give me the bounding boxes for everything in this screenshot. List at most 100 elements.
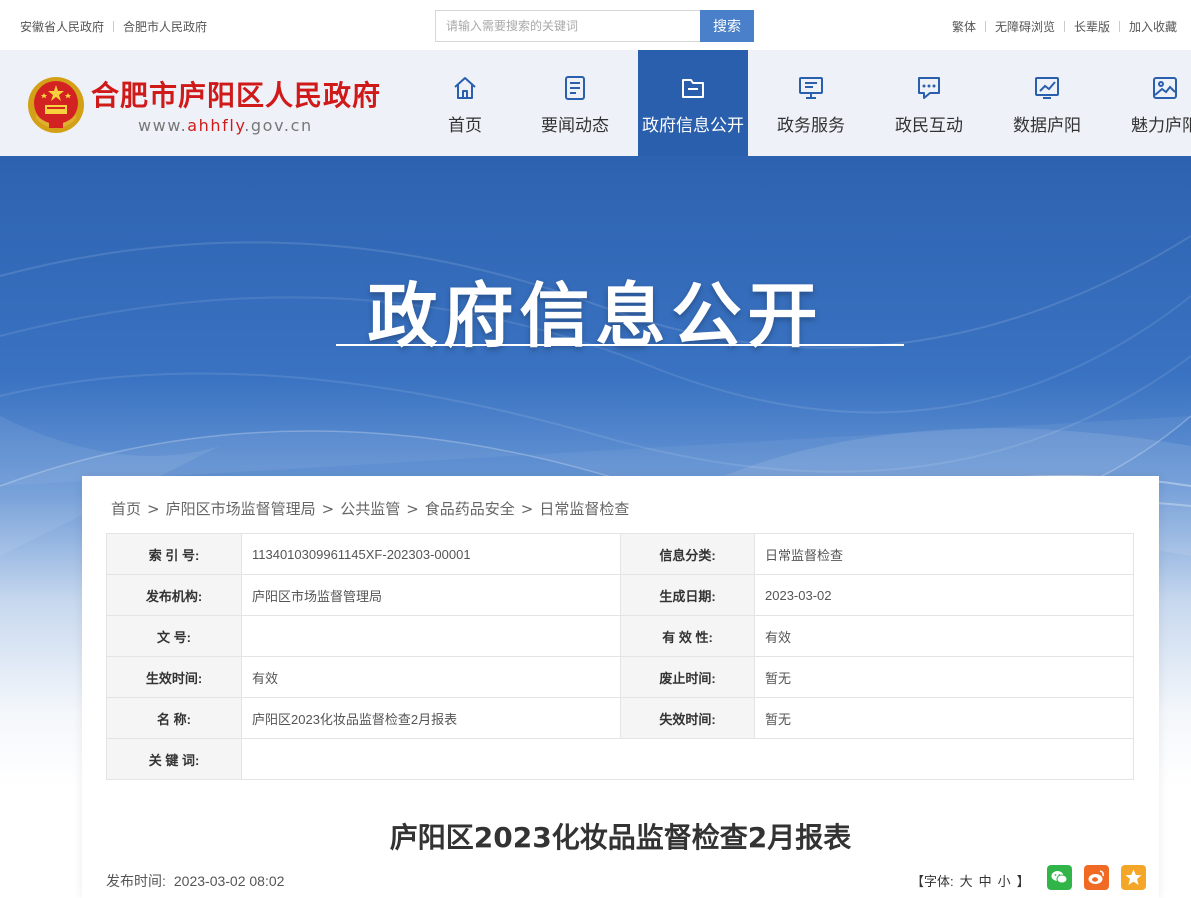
font-size-large-button[interactable]: 大 — [960, 874, 973, 889]
table-row: 索 引 号: 1134010309961145XF-202303-00001 信… — [106, 533, 1134, 575]
article-title: 庐阳区2023化妆品监督检查2月报表 — [389, 821, 852, 854]
expiry-time-value: 暂无 — [754, 697, 1134, 739]
monitor-icon — [799, 77, 823, 99]
table-row: 发布机构: 庐阳区市场监督管理局 生成日期: 2023-03-02 — [106, 574, 1134, 616]
nav-data-label: 数据庐阳 — [1013, 116, 1081, 136]
site-url: www.ahhfly.gov.cn — [138, 116, 313, 135]
share-wechat-button[interactable] — [1047, 865, 1072, 890]
document-number-label: 文 号: — [106, 615, 242, 657]
breadcrumb: 首页 > 庐阳区市场监督管理局 > 公共监管 > 食品药品安全 > 日常监督检查 — [111, 498, 629, 519]
national-emblem-icon[interactable] — [27, 76, 85, 134]
breadcrumb-public-supervision[interactable]: 公共监管 — [340, 500, 400, 518]
site-url-suffix: .gov.cn — [244, 116, 313, 135]
nav-news-label: 要闻动态 — [541, 116, 609, 136]
nav-gov-info-label: 政府信息公开 — [642, 116, 744, 136]
link-accessibility[interactable]: 无障碍浏览 — [995, 20, 1055, 34]
search-input[interactable] — [435, 10, 701, 42]
nav-home[interactable]: 首页 — [410, 50, 520, 156]
keywords-label: 关 键 词: — [106, 738, 242, 780]
link-add-favorite[interactable]: 加入收藏 — [1129, 20, 1177, 34]
breadcrumb-food-drug-safety[interactable]: 食品药品安全 — [425, 500, 515, 518]
table-row: 文 号: 有 效 性: 有效 — [106, 615, 1134, 657]
nav-home-label: 首页 — [448, 116, 482, 136]
index-number-label: 索 引 号: — [106, 533, 242, 575]
link-hefei-gov[interactable]: 合肥市人民政府 — [123, 20, 207, 34]
expiry-time-label: 失效时间: — [620, 697, 755, 739]
font-size-small-button[interactable]: 小 — [998, 874, 1011, 889]
divider — [984, 21, 986, 32]
document-icon — [565, 76, 585, 100]
banner-underline — [336, 344, 904, 346]
nav-news[interactable]: 要闻动态 — [520, 50, 630, 156]
search-box: 搜索 — [435, 10, 755, 42]
divider — [1063, 21, 1065, 32]
font-size-label: 【字体: — [911, 874, 954, 889]
top-right-links: 繁体 无障碍浏览 长辈版 加入收藏 — [952, 18, 1177, 35]
publish-time-label: 发布时间: — [106, 873, 166, 889]
repeal-time-label: 废止时间: — [620, 656, 755, 698]
picture-icon — [1153, 77, 1177, 99]
site-header: 合肥市庐阳区人民政府 www.ahhfly.gov.cn 首页 要闻动态 政府信… — [0, 50, 1191, 156]
keywords-value — [241, 738, 1134, 780]
table-row: 名 称: 庐阳区2023化妆品监督检查2月报表 失效时间: 暂无 — [106, 697, 1134, 739]
share-favorite-button[interactable] — [1121, 865, 1146, 890]
wechat-icon — [1051, 871, 1068, 884]
home-icon — [454, 77, 476, 99]
chat-icon — [918, 77, 940, 99]
created-date-value: 2023-03-02 — [754, 574, 1134, 616]
effective-time-value: 有效 — [241, 656, 621, 698]
info-category-label: 信息分类: — [620, 533, 755, 575]
nav-gov-info[interactable]: 政府信息公开 — [638, 50, 748, 156]
search-button[interactable]: 搜索 — [700, 10, 754, 42]
nav-charm-label: 魅力庐阳 — [1131, 116, 1191, 136]
nav-services[interactable]: 政务服务 — [756, 50, 866, 156]
breadcrumb-separator: > — [520, 500, 534, 518]
name-label: 名 称: — [106, 697, 242, 739]
font-size-label-close: 】 — [1016, 874, 1030, 889]
link-elder-version[interactable]: 长辈版 — [1074, 20, 1110, 34]
document-number-value — [241, 615, 621, 657]
breadcrumb-bureau[interactable]: 庐阳区市场监督管理局 — [166, 500, 316, 518]
table-row: 生效时间: 有效 废止时间: 暂无 — [106, 656, 1134, 698]
nav-services-label: 政务服务 — [777, 116, 845, 136]
content-card: 首页 > 庐阳区市场监督管理局 > 公共监管 > 食品药品安全 > 日常监督检查 索 引 号: … — [82, 476, 1159, 898]
info-metadata-table: 索 引 号: 1134010309961145XF-202303-00001 信… — [106, 533, 1134, 780]
link-anhui-gov[interactable]: 安徽省人民政府 — [20, 20, 104, 34]
nav-interaction[interactable]: 政民互动 — [874, 50, 984, 156]
top-left-links: 安徽省人民政府 合肥市人民政府 — [20, 18, 207, 35]
folder-icon — [682, 79, 704, 98]
publish-time: 发布时间: 2023-03-02 08:02 — [106, 871, 284, 891]
site-title[interactable]: 合肥市庐阳区人民政府 — [91, 74, 381, 114]
share-weibo-button[interactable] — [1084, 865, 1109, 890]
divider — [113, 21, 115, 32]
publisher-value: 庐阳区市场监督管理局 — [241, 574, 621, 616]
effective-time-label: 生效时间: — [106, 656, 242, 698]
nav-interaction-label: 政民互动 — [895, 116, 963, 136]
breadcrumb-daily-inspection[interactable]: 日常监督检查 — [539, 500, 629, 518]
breadcrumb-separator: > — [321, 500, 335, 518]
validity-value: 有效 — [754, 615, 1134, 657]
chart-icon — [1035, 77, 1059, 99]
font-size-medium-button[interactable]: 中 — [979, 874, 992, 889]
breadcrumb-separator: > — [147, 500, 160, 518]
link-traditional-chinese[interactable]: 繁体 — [952, 20, 976, 34]
weibo-icon — [1088, 870, 1104, 884]
publish-time-value: 2023-03-02 08:02 — [173, 873, 285, 889]
breadcrumb-separator: > — [406, 500, 419, 518]
created-date-label: 生成日期: — [620, 574, 755, 616]
publisher-label: 发布机构: — [106, 574, 242, 616]
info-category-value: 日常监督检查 — [754, 533, 1134, 575]
font-size-control: 【字体: 大中小】 — [908, 871, 1033, 890]
nav-charm[interactable]: 魅力庐阳 — [1110, 50, 1191, 156]
validity-label: 有 效 性: — [620, 615, 755, 657]
name-value: 庐阳区2023化妆品监督检查2月报表 — [241, 697, 621, 739]
repeal-time-value: 暂无 — [754, 656, 1134, 698]
site-url-prefix: www. — [138, 116, 188, 135]
breadcrumb-home[interactable]: 首页 — [111, 500, 141, 518]
table-row: 关 键 词: — [106, 738, 1134, 780]
favorite-icon — [1125, 869, 1142, 885]
nav-data[interactable]: 数据庐阳 — [992, 50, 1102, 156]
site-url-domain: ahhfly — [187, 116, 245, 135]
divider — [1118, 21, 1120, 32]
top-utility-bar: 安徽省人民政府 合肥市人民政府 搜索 繁体 无障碍浏览 长辈版 加入收藏 — [0, 0, 1191, 50]
